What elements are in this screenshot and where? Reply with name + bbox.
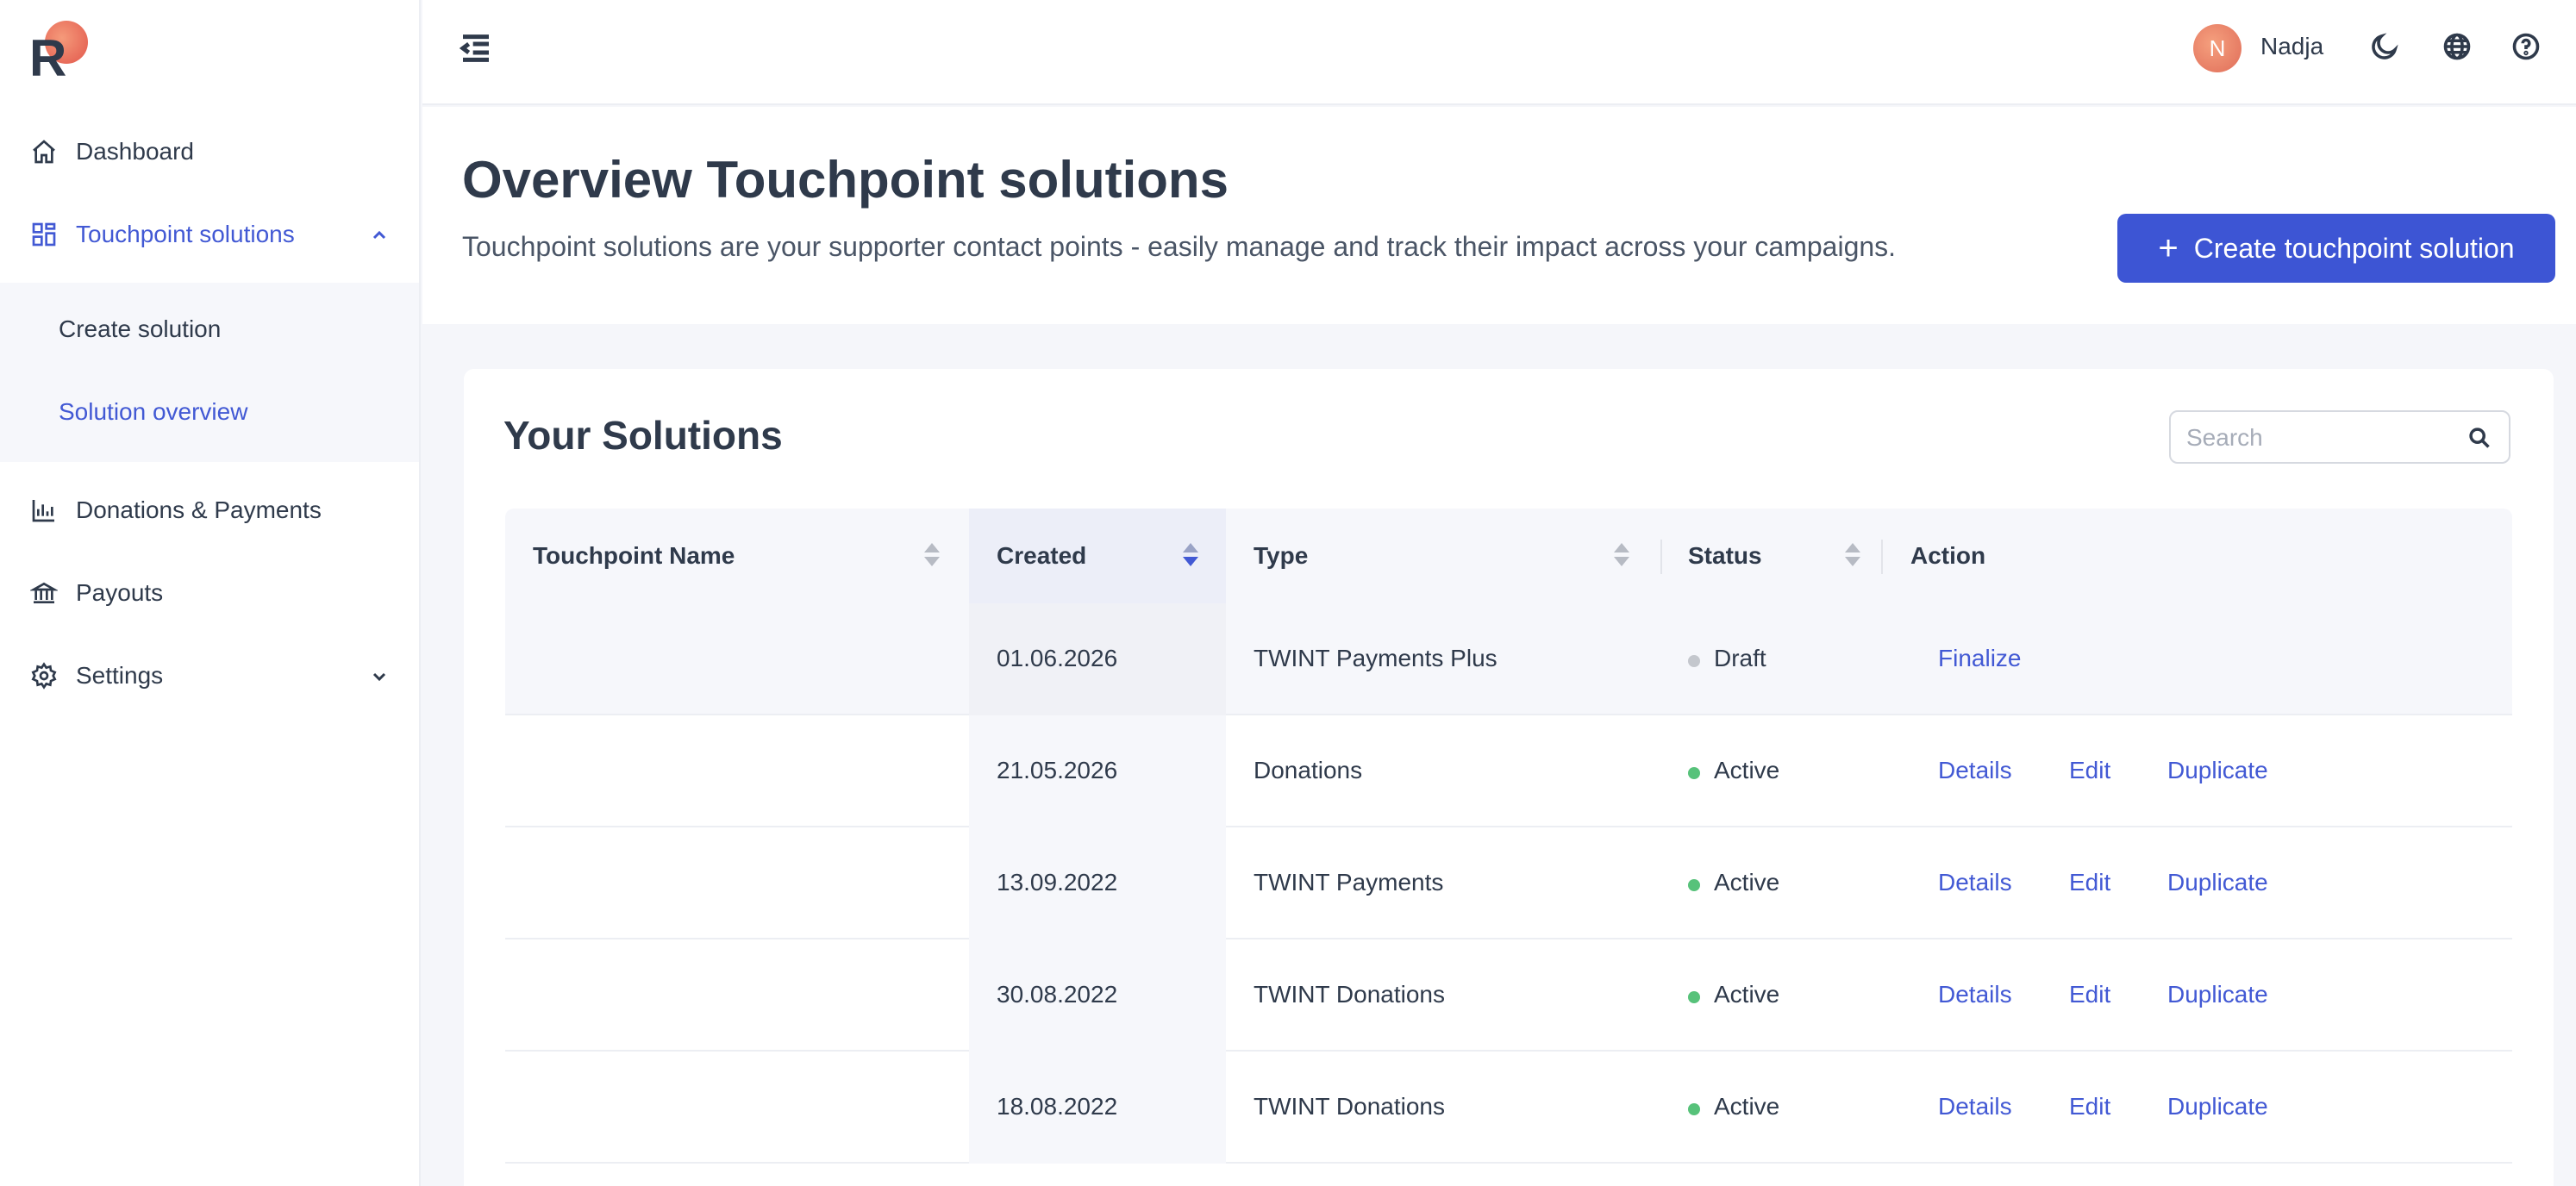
sidebar-item-label: Settings — [76, 662, 164, 689]
gear-icon — [29, 661, 59, 690]
sidebar-item-touchpoint-solutions[interactable]: Touchpoint solutions — [0, 200, 421, 269]
edit-link[interactable]: Edit — [2069, 981, 2110, 1008]
created-cell: 13.09.2022 — [997, 869, 1118, 896]
edit-link[interactable]: Edit — [2069, 1093, 2110, 1120]
status-cell: Active — [1714, 1093, 1780, 1120]
table-row[interactable]: 18.08.2022 TWINT Donations Active Detail… — [505, 1052, 2512, 1164]
logo-letter: R — [29, 29, 67, 87]
avatar[interactable]: N — [2193, 24, 2241, 72]
duplicate-link[interactable]: Duplicate — [2167, 869, 2268, 896]
search-icon[interactable] — [2467, 426, 2493, 452]
status-cell: Active — [1714, 981, 1780, 1008]
column-header-status[interactable]: Status — [1660, 509, 1883, 603]
details-link[interactable]: Details — [1938, 981, 2012, 1008]
column-header-type[interactable]: Type — [1226, 509, 1659, 603]
edit-link[interactable]: Edit — [2069, 869, 2110, 896]
submenu-solution-overview[interactable]: Solution overview — [59, 398, 247, 426]
collapse-menu-icon[interactable] — [459, 31, 493, 66]
sidebar-item-label: Dashboard — [76, 138, 194, 165]
create-touchpoint-button[interactable]: + Create touchpoint solution — [2117, 214, 2555, 283]
home-icon — [29, 137, 59, 166]
chevron-down-icon — [369, 665, 390, 686]
status-cell: Active — [1714, 869, 1780, 896]
status-dot-active — [1688, 1103, 1700, 1115]
column-header-action: Action — [1883, 509, 2512, 603]
status-dot-active — [1688, 879, 1700, 891]
username[interactable]: Nadja — [2260, 33, 2323, 60]
finalize-link[interactable]: Finalize — [1938, 645, 2021, 672]
sidebar-item-donations-payments[interactable]: Donations & Payments — [0, 476, 421, 545]
sidebar-item-label: Donations & Payments — [76, 496, 322, 523]
page-title: Overview Touchpoint solutions — [462, 151, 1229, 209]
sidebar-item-label: Touchpoint solutions — [76, 221, 295, 247]
created-cell: 01.06.2026 — [997, 645, 1118, 671]
status-dot-draft — [1688, 655, 1700, 667]
details-link[interactable]: Details — [1938, 1093, 2012, 1120]
column-header-label: Action — [1910, 542, 1986, 569]
type-cell: TWINT Payments Plus — [1254, 645, 1497, 671]
type-cell: TWINT Payments — [1254, 869, 1444, 896]
column-header-touchpoint-name[interactable]: Touchpoint Name — [505, 509, 969, 603]
sort-icon[interactable] — [1845, 543, 1860, 569]
sidebar-item-dashboard[interactable]: Dashboard — [0, 117, 421, 186]
status-cell: Draft — [1714, 645, 1766, 671]
sort-descending-icon[interactable] — [1183, 543, 1198, 569]
sidebar: R Dashboard Touchpoint solutions Create … — [0, 0, 421, 1186]
page-subtitle: Touchpoint solutions are your supporter … — [462, 231, 1897, 262]
column-header-label: Type — [1254, 542, 1309, 569]
plus-icon: + — [2158, 229, 2179, 267]
sidebar-item-payouts[interactable]: Payouts — [0, 559, 421, 627]
create-touchpoint-label: Create touchpoint solution — [2193, 232, 2515, 264]
globe-icon[interactable] — [2442, 31, 2476, 66]
status-cell: Active — [1714, 757, 1780, 783]
column-header-label: Touchpoint Name — [533, 542, 735, 569]
solutions-card: Your Solutions Touchpoint Name Created T… — [464, 369, 2554, 1186]
type-cell: Donations — [1254, 757, 1363, 783]
bank-icon — [29, 578, 59, 608]
page-header: Overview Touchpoint solutions Touchpoint… — [422, 107, 2576, 324]
details-link[interactable]: Details — [1938, 869, 2012, 896]
created-cell: 21.05.2026 — [997, 757, 1118, 783]
chevron-up-icon — [369, 224, 390, 245]
search-box[interactable] — [2169, 410, 2510, 464]
column-header-label: Created — [997, 542, 1087, 569]
sidebar-item-label: Payouts — [76, 579, 164, 606]
solutions-table: Touchpoint Name Created Type Status Acti… — [505, 509, 2512, 1164]
sidebar-item-settings[interactable]: Settings — [0, 641, 421, 710]
app-logo[interactable]: R — [29, 19, 90, 84]
chart-icon — [29, 496, 59, 525]
grid-icon — [29, 220, 59, 249]
table-header: Touchpoint Name Created Type Status Acti… — [505, 509, 2512, 603]
created-cell: 30.08.2022 — [997, 981, 1118, 1008]
sort-icon[interactable] — [1614, 543, 1629, 569]
moon-icon[interactable] — [2369, 31, 2404, 66]
column-header-created[interactable]: Created — [969, 509, 1226, 603]
status-dot-active — [1688, 991, 1700, 1003]
created-cell: 18.08.2022 — [997, 1093, 1118, 1120]
table-row[interactable]: 30.08.2022 TWINT Donations Active Detail… — [505, 939, 2512, 1052]
touchpoint-submenu: Create solution Solution overview — [0, 283, 419, 462]
type-cell: TWINT Donations — [1254, 981, 1445, 1008]
details-link[interactable]: Details — [1938, 757, 2012, 784]
section-title: Your Solutions — [503, 413, 783, 458]
status-dot-active — [1688, 767, 1700, 779]
help-icon[interactable] — [2510, 31, 2545, 66]
sort-icon[interactable] — [924, 543, 940, 569]
edit-link[interactable]: Edit — [2069, 757, 2110, 784]
duplicate-link[interactable]: Duplicate — [2167, 757, 2268, 784]
column-header-label: Status — [1688, 542, 1762, 569]
search-input[interactable] — [2186, 422, 2462, 453]
duplicate-link[interactable]: Duplicate — [2167, 1093, 2268, 1120]
table-row[interactable]: 21.05.2026 Donations Active Details Edit… — [505, 715, 2512, 827]
table-row[interactable]: 01.06.2026 TWINT Payments Plus Draft Fin… — [505, 603, 2512, 715]
table-row[interactable]: 13.09.2022 TWINT Payments Active Details… — [505, 827, 2512, 939]
submenu-create-solution[interactable]: Create solution — [59, 315, 221, 343]
type-cell: TWINT Donations — [1254, 1093, 1445, 1120]
duplicate-link[interactable]: Duplicate — [2167, 981, 2268, 1008]
topbar: N Nadja — [422, 0, 2576, 105]
